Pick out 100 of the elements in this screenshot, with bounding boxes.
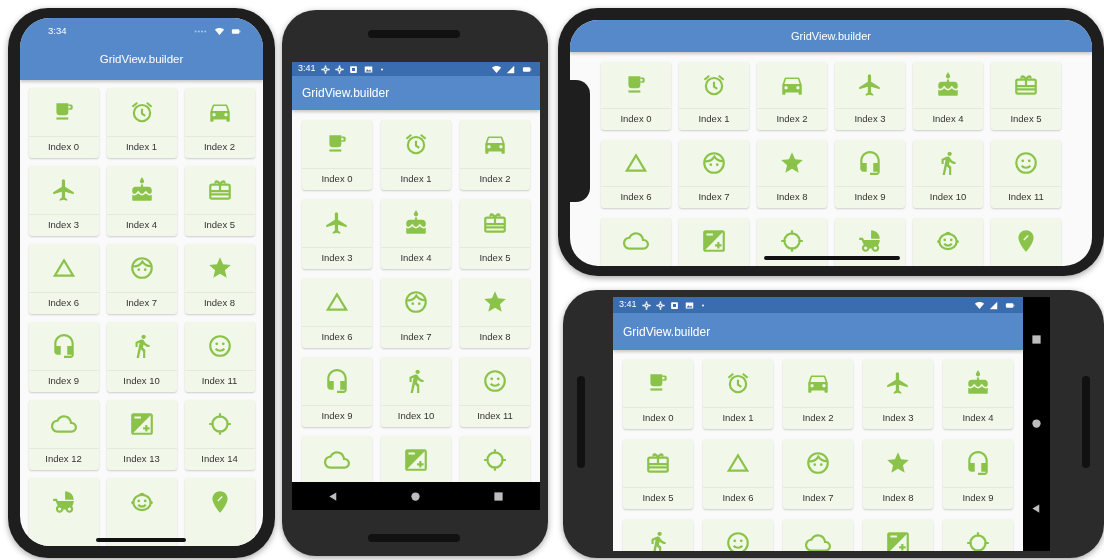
grid-tile[interactable]: Index 1 bbox=[703, 359, 773, 429]
grid-tile[interactable]: Index 10 bbox=[913, 140, 983, 208]
grid-tile[interactable]: Index 5 bbox=[460, 199, 530, 269]
tile-label: Index 3 bbox=[882, 411, 914, 426]
tile-label: Index 7 bbox=[698, 190, 730, 205]
grid-tile[interactable]: Index 3 bbox=[28, 166, 99, 236]
grid-tile[interactable] bbox=[184, 478, 255, 546]
grid-tile[interactable] bbox=[757, 218, 827, 266]
tile-label: Index 4 bbox=[125, 218, 158, 233]
grid-tile[interactable]: Index 2 bbox=[783, 359, 853, 429]
grid-tile[interactable]: Index 8 bbox=[460, 278, 530, 348]
grid-tile[interactable]: Index 8 bbox=[863, 439, 933, 509]
recents-icon[interactable] bbox=[1031, 333, 1042, 345]
grid-tile[interactable] bbox=[991, 218, 1061, 266]
grid-tile[interactable]: Index 0 bbox=[28, 88, 99, 158]
grid-tile[interactable]: Index 6 bbox=[703, 439, 773, 509]
tile-label: Index 3 bbox=[854, 112, 886, 127]
tile-label: Index 1 bbox=[722, 411, 754, 426]
grid-tile[interactable] bbox=[28, 478, 99, 546]
grid-tile[interactable]: Index 11 bbox=[460, 357, 530, 427]
grid-tile[interactable] bbox=[679, 218, 749, 266]
grid-tile[interactable]: Index 4 bbox=[381, 199, 451, 269]
tile-label: Index 3 bbox=[321, 251, 353, 266]
grid-tile[interactable]: Index 11 bbox=[184, 322, 255, 392]
home-icon[interactable] bbox=[410, 490, 422, 502]
wifi-icon bbox=[215, 26, 224, 36]
grid-tile[interactable]: Index 2 bbox=[184, 88, 255, 158]
crosshair-icon bbox=[965, 530, 991, 551]
grid-tile[interactable]: Index 7 bbox=[106, 244, 177, 314]
tile-label: Index 8 bbox=[882, 491, 914, 506]
grid-tile[interactable]: Index 10 bbox=[381, 357, 451, 427]
headset-icon bbox=[965, 450, 991, 476]
airplane-icon bbox=[885, 370, 911, 396]
tile-label: Index 1 bbox=[698, 112, 730, 127]
grid-tile[interactable]: Index 9 bbox=[835, 140, 905, 208]
tile-label: Index 9 bbox=[854, 190, 886, 205]
grid-tile[interactable]: Index 6 bbox=[601, 140, 671, 208]
grid-tile[interactable]: Index 7 bbox=[679, 140, 749, 208]
grid-tile[interactable]: Index 2 bbox=[460, 120, 530, 190]
grid-tile[interactable]: Index 4 bbox=[943, 359, 1013, 429]
grid-tile[interactable]: Index 0 bbox=[601, 62, 671, 130]
grid-tile[interactable]: Index 4 bbox=[913, 62, 983, 130]
grid-tile[interactable]: Index 13 bbox=[106, 400, 177, 470]
grid-tile[interactable]: Index 11 bbox=[991, 140, 1061, 208]
grid-tile[interactable] bbox=[106, 478, 177, 546]
grid-tile[interactable]: Index 10 bbox=[106, 322, 177, 392]
tile-label: Index 2 bbox=[479, 172, 511, 187]
star-icon bbox=[885, 450, 911, 476]
grid-tile[interactable]: Index 6 bbox=[302, 278, 372, 348]
grid-tile[interactable]: Index 3 bbox=[863, 359, 933, 429]
tile-label: Index 4 bbox=[932, 112, 964, 127]
exposure-icon bbox=[885, 530, 911, 551]
grid-tile[interactable]: Index 6 bbox=[28, 244, 99, 314]
tile-label: Index 2 bbox=[802, 411, 834, 426]
back-icon[interactable] bbox=[1031, 503, 1042, 515]
crosshair-icon bbox=[779, 228, 805, 254]
home-icon[interactable] bbox=[1031, 418, 1042, 430]
tile-label: Index 7 bbox=[125, 296, 158, 311]
wifi-icon bbox=[975, 300, 984, 310]
grid-tile[interactable]: Index 4 bbox=[106, 166, 177, 236]
grid-tile[interactable]: Index 0 bbox=[623, 359, 693, 429]
grid-tile[interactable]: Index 9 bbox=[943, 439, 1013, 509]
grid-tile[interactable]: Index 5 bbox=[184, 166, 255, 236]
app-bar-title: GridView.builder bbox=[791, 28, 871, 44]
grid-tile[interactable] bbox=[835, 218, 905, 266]
back-icon[interactable] bbox=[327, 490, 339, 502]
face-icon bbox=[128, 255, 155, 281]
grid-tile[interactable]: Index 12 bbox=[28, 400, 99, 470]
recents-icon[interactable] bbox=[493, 490, 505, 502]
grid-tile[interactable]: Index 1 bbox=[381, 120, 451, 190]
tile-label: Index 10 bbox=[397, 409, 435, 424]
tile-label: Index 11 bbox=[201, 374, 238, 389]
tile-label: Index 6 bbox=[722, 491, 754, 506]
tile-label: Index 5 bbox=[642, 491, 674, 506]
grid-tile[interactable]: Index 2 bbox=[757, 62, 827, 130]
grid-tile[interactable]: Index 8 bbox=[184, 244, 255, 314]
grid-tile[interactable]: Index 8 bbox=[757, 140, 827, 208]
grid-tile[interactable]: Index 7 bbox=[783, 439, 853, 509]
tile-label: Index 0 bbox=[642, 411, 674, 426]
grid-tile[interactable]: Index 5 bbox=[991, 62, 1061, 130]
gift-card-icon bbox=[482, 210, 508, 236]
grid-tile[interactable]: Index 1 bbox=[106, 88, 177, 158]
grid-tile[interactable]: Index 9 bbox=[28, 322, 99, 392]
tile-label: Index 13 bbox=[123, 452, 160, 467]
grid-tile[interactable]: Index 14 bbox=[184, 400, 255, 470]
grid-tile[interactable]: Index 3 bbox=[835, 62, 905, 130]
tile-label: Index 10 bbox=[123, 374, 160, 389]
grid-tile[interactable] bbox=[913, 218, 983, 266]
grid-tile[interactable]: Index 7 bbox=[381, 278, 451, 348]
headset-icon bbox=[857, 150, 883, 176]
status-time: 3:41 bbox=[298, 62, 316, 76]
stroller-icon bbox=[857, 228, 883, 254]
grid-tile[interactable]: Index 1 bbox=[679, 62, 749, 130]
grid-tile[interactable]: Index 0 bbox=[302, 120, 372, 190]
tile-label: Index 6 bbox=[47, 296, 80, 311]
airplane-icon bbox=[50, 177, 77, 203]
grid-tile[interactable]: Index 9 bbox=[302, 357, 372, 427]
grid-tile[interactable] bbox=[601, 218, 671, 266]
grid-tile[interactable]: Index 5 bbox=[623, 439, 693, 509]
grid-tile[interactable]: Index 3 bbox=[302, 199, 372, 269]
